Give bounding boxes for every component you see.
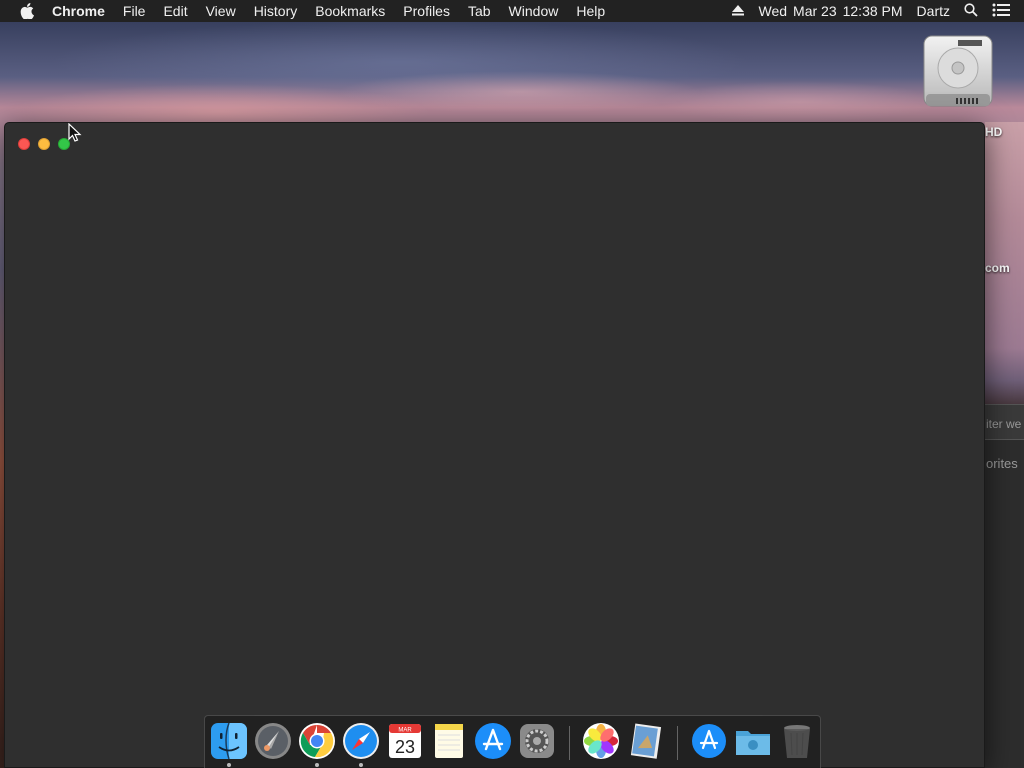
menu-window[interactable]: Window	[509, 3, 559, 19]
menu-bookmarks[interactable]: Bookmarks	[315, 3, 385, 19]
app-store-folder-dock-icon[interactable]	[689, 721, 729, 761]
finder-running-indicator	[227, 763, 231, 767]
finder-search-placeholder: iter we	[986, 417, 1022, 431]
menu-help[interactable]: Help	[576, 3, 605, 19]
window-minimize-button[interactable]	[38, 138, 50, 150]
safari-running-indicator	[359, 763, 363, 767]
launchpad-dock-icon[interactable]	[253, 721, 293, 761]
calendar-day-label: 23	[395, 737, 415, 757]
safari-dock-icon[interactable]	[341, 721, 381, 761]
dock-separator	[677, 726, 678, 760]
photos-dock-icon[interactable]	[581, 721, 621, 761]
apple-menu-icon[interactable]	[20, 3, 34, 19]
chrome-window[interactable]	[4, 122, 985, 768]
chrome-dock-icon[interactable]	[297, 721, 337, 761]
calendar-month-label: MAR	[398, 728, 412, 734]
menu-app-name[interactable]: Chrome	[52, 3, 105, 19]
app-store-dock-icon[interactable]	[473, 721, 513, 761]
notes-dock-icon[interactable]	[429, 721, 469, 761]
clock-day: Wed	[758, 3, 788, 19]
desktop-wallpaper	[0, 22, 1024, 132]
menu-view[interactable]: View	[206, 3, 236, 19]
finder-sidebar-favorites: orites	[986, 456, 1018, 471]
menu-edit[interactable]: Edit	[163, 3, 187, 19]
downloads-folder-dock-icon[interactable]	[733, 721, 773, 761]
menu-history[interactable]: History	[254, 3, 298, 19]
trash-dock-icon[interactable]	[777, 721, 817, 761]
clock-date: Mar 23	[793, 3, 837, 19]
background-finder-window-edge	[985, 122, 1024, 768]
menu-tab[interactable]: Tab	[468, 3, 491, 19]
menu-profiles[interactable]: Profiles	[403, 3, 450, 19]
user-name[interactable]: Dartz	[917, 3, 950, 19]
hard-drive-desktop-icon[interactable]	[920, 32, 996, 110]
clock-time: 12:38 PM	[842, 3, 903, 19]
spotlight-search-icon[interactable]	[964, 2, 978, 20]
chrome-running-indicator	[315, 763, 319, 767]
system-preferences-dock-icon[interactable]	[517, 721, 557, 761]
hard-drive-label: HD	[985, 125, 1003, 139]
menu-file[interactable]: File	[123, 3, 146, 19]
desktop-item-label: com	[985, 261, 1010, 275]
dock: MAR 23	[204, 715, 821, 768]
menu-bar: Chrome File Edit View History Bookmarks …	[0, 0, 1024, 22]
window-close-button[interactable]	[18, 138, 30, 150]
menubar-clock[interactable]: Wed Mar 23 12:38 PM	[758, 3, 902, 19]
preview-dock-icon[interactable]	[625, 721, 665, 761]
finder-dock-icon[interactable]	[209, 721, 249, 761]
dock-separator	[569, 726, 570, 760]
mouse-cursor-icon	[68, 122, 82, 143]
calendar-dock-icon[interactable]: MAR 23	[385, 721, 425, 761]
notification-center-icon[interactable]	[992, 3, 1010, 20]
eject-icon[interactable]	[732, 3, 745, 19]
